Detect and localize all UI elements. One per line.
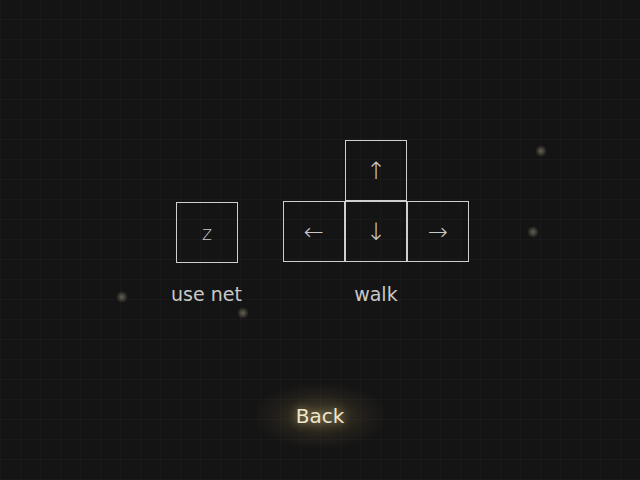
control-group: ↑ ← ↓ → walk <box>283 140 469 306</box>
single-key: z <box>176 202 237 262</box>
control-group: z use net <box>171 202 242 306</box>
button-row: Back <box>256 398 385 448</box>
arrow-keys: ↑ ← ↓ → <box>283 140 469 262</box>
key-label: z <box>202 222 212 244</box>
key-label: ↑ <box>366 157 386 185</box>
controls-screen: z use net ↑ ← ↓ → walk Back <box>0 0 640 480</box>
key: → <box>407 201 469 262</box>
key: ← <box>283 201 345 262</box>
light-mote <box>237 307 249 319</box>
key: ↓ <box>345 201 407 262</box>
controls-row: z use net ↑ ← ↓ → walk <box>171 140 469 306</box>
control-label: walk <box>354 282 397 306</box>
back-button[interactable]: Back <box>256 384 385 448</box>
light-mote <box>535 145 547 157</box>
key-label: ↓ <box>366 218 386 246</box>
control-label: use net <box>171 282 242 306</box>
key-label: → <box>428 218 448 246</box>
light-mote <box>527 226 539 238</box>
key-label: ← <box>304 218 324 246</box>
light-mote <box>116 291 128 303</box>
key: ↑ <box>345 140 407 201</box>
key: z <box>176 202 238 263</box>
